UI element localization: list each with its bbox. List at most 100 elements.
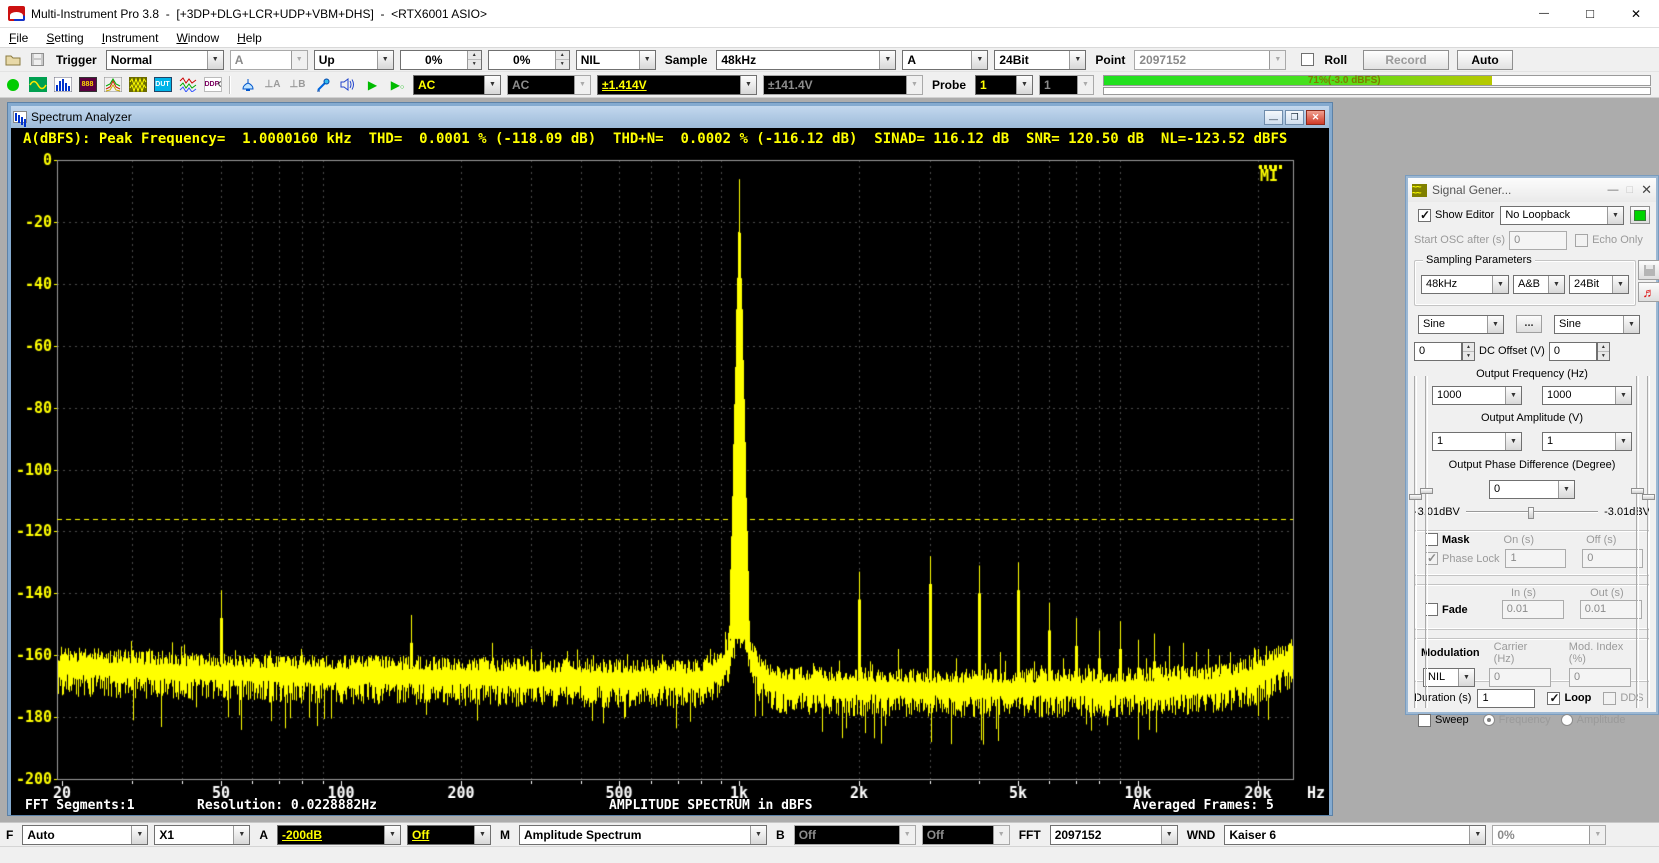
spectrum-titlebar[interactable]: Spectrum Analyzer <box>11 106 1329 128</box>
duration-input[interactable]: 1 <box>1477 689 1535 708</box>
menu-file[interactable]: File <box>0 29 37 47</box>
fader-b-outer-rail[interactable] <box>1647 376 1650 708</box>
sample-rate-select[interactable]: 48kHz <box>716 50 896 70</box>
show-editor-checkbox[interactable] <box>1418 209 1431 222</box>
chevron-down-icon <box>207 51 223 69</box>
trigger-level-spinner[interactable]: 0% <box>400 50 482 70</box>
dc-offset-label: DC Offset (V) <box>1479 345 1545 357</box>
frequency-a-select[interactable]: 1000 <box>1432 386 1522 405</box>
spectrum-type-text: AMPLITUDE SPECTRUM in dBFS <box>609 798 813 813</box>
a-range-select[interactable]: -200dB <box>277 825 401 845</box>
fader-b-inner-rail[interactable] <box>1636 376 1639 708</box>
chevron-down-icon <box>474 826 490 844</box>
play-icon[interactable]: ▶ <box>361 74 384 95</box>
loopback-select[interactable]: No Loopback <box>1500 206 1624 225</box>
spectrum-minimize-button[interactable] <box>1264 110 1283 125</box>
sweep-checkbox[interactable] <box>1418 714 1431 727</box>
siggen-channel-select[interactable]: A&B <box>1513 275 1565 294</box>
amplitude-a-select[interactable]: 1 <box>1432 432 1522 451</box>
chevron-down-icon <box>484 76 500 94</box>
siggen-bits-select[interactable]: 24Bit <box>1569 275 1629 294</box>
siggen-minimize-button[interactable] <box>1607 184 1618 196</box>
loop-label: Loop <box>1564 692 1591 704</box>
frequency-b-select[interactable]: 1000 <box>1542 386 1632 405</box>
waveform-a-select[interactable]: Sine <box>1418 315 1504 334</box>
menu-help[interactable]: Help <box>228 29 271 47</box>
spectrum-analyzer-icon[interactable] <box>51 74 74 95</box>
menu-instrument[interactable]: Instrument <box>93 29 168 47</box>
maximize-button[interactable] <box>1567 0 1613 28</box>
open-signal-library-button[interactable]: ♬ <box>1638 282 1659 302</box>
auto-button[interactable]: Auto <box>1457 50 1513 70</box>
probe-icon[interactable] <box>311 74 334 95</box>
fader-a-outer-rail[interactable] <box>1414 376 1417 708</box>
fade-label: Fade <box>1442 604 1468 616</box>
measurement-mode-select[interactable]: Amplitude Spectrum <box>519 825 767 845</box>
toolbar-trigger: Trigger Normal A Up 0% 0% NIL Sample 48k… <box>0 48 1659 72</box>
menu-window[interactable]: Window <box>167 29 228 47</box>
amplitude-b-select[interactable]: 1 <box>1542 432 1632 451</box>
run-stop-icon[interactable] <box>1 74 24 95</box>
multimeter-icon[interactable]: 888 <box>76 74 99 95</box>
fader-a-outer-handle[interactable] <box>1409 494 1422 500</box>
sample-channel-select[interactable]: A <box>902 50 988 70</box>
dc-offset-a-input[interactable]: 0 <box>1414 342 1462 361</box>
fft-size-select[interactable]: 2097152 <box>1050 825 1178 845</box>
chevron-down-icon <box>233 826 249 844</box>
calibration-icon[interactable] <box>236 74 259 95</box>
sound-device-icon[interactable] <box>336 74 359 95</box>
siggen-titlebar[interactable]: Signal Gener... <box>1408 178 1656 202</box>
fader-a-inner-rail[interactable] <box>1425 376 1428 708</box>
trigger-coupling-select[interactable]: NIL <box>576 50 656 70</box>
fader-a-inner-handle[interactable] <box>1420 488 1433 494</box>
range-a-select[interactable]: ±1.414V <box>597 75 757 95</box>
waveform-b-select[interactable]: Sine <box>1554 315 1640 334</box>
sample-bits-select[interactable]: 24Bit <box>994 50 1086 70</box>
chevron-down-icon <box>899 826 915 844</box>
menu-setting[interactable]: Setting <box>37 29 92 47</box>
close-button[interactable] <box>1613 0 1659 28</box>
waveform-options-button[interactable]: ... <box>1516 315 1542 333</box>
siggen-close-button[interactable] <box>1641 182 1652 198</box>
spectrum-3d-icon[interactable] <box>101 74 124 95</box>
fade-group: In (s) Out (s) Fade 0.01 0.01 <box>1414 584 1650 630</box>
oscilloscope-icon[interactable] <box>26 74 49 95</box>
modulation-select[interactable]: NIL <box>1423 668 1475 687</box>
play-loop-icon[interactable]: ▶○ <box>386 74 409 95</box>
dut-icon[interactable]: DUT <box>151 74 174 95</box>
siggen-rate-select[interactable]: 48kHz <box>1421 275 1509 294</box>
zoom-select[interactable]: X1 <box>154 825 250 845</box>
chevron-down-icon <box>1016 76 1032 94</box>
fft-segments-text: FFT Segments:1 <box>25 798 135 813</box>
spectrum-restore-button[interactable] <box>1285 110 1304 125</box>
open-file-icon[interactable] <box>1 49 24 70</box>
balance-slider[interactable] <box>1466 511 1598 513</box>
roll-checkbox[interactable] <box>1301 53 1314 66</box>
frequency-axis-select[interactable]: Auto <box>22 825 148 845</box>
window-function-select[interactable]: Kaiser 6 <box>1224 825 1486 845</box>
input-level-meter: 71%(-3.0 dBFS) <box>1103 75 1651 95</box>
signal-generator-icon[interactable] <box>126 74 149 95</box>
balance-slider-handle[interactable] <box>1528 507 1534 519</box>
chevron-down-icon <box>750 826 766 844</box>
siggen-run-button[interactable] <box>1630 206 1650 224</box>
trigger-delay-spinner[interactable]: 0% <box>488 50 570 70</box>
dc-offset-b-input[interactable]: 0 <box>1549 342 1597 361</box>
a-ref-select[interactable]: Off <box>407 825 491 845</box>
trigger-edge-select[interactable]: Up <box>314 50 394 70</box>
start-osc-label: Start OSC after (s) <box>1414 234 1505 246</box>
resolution-text: Resolution: 0.0228882Hz <box>197 798 377 813</box>
coupling-a-select[interactable]: AC <box>413 75 501 95</box>
ddp-viewer-icon[interactable]: DDP <box>201 74 224 95</box>
trigger-mode-select[interactable]: Normal <box>106 50 224 70</box>
derived-datapoints-icon[interactable] <box>176 74 199 95</box>
probe-a-select[interactable]: 1 <box>975 75 1033 95</box>
fader-b-outer-handle[interactable] <box>1642 494 1655 500</box>
minimize-button[interactable] <box>1521 0 1567 28</box>
b-range-select: Off <box>794 825 916 845</box>
save-icon[interactable] <box>26 49 49 70</box>
spectrum-close-button[interactable] <box>1306 110 1325 125</box>
phase-select[interactable]: 0 <box>1489 480 1575 499</box>
spectrum-canvas[interactable] <box>11 150 1329 798</box>
loop-checkbox[interactable] <box>1547 692 1560 705</box>
